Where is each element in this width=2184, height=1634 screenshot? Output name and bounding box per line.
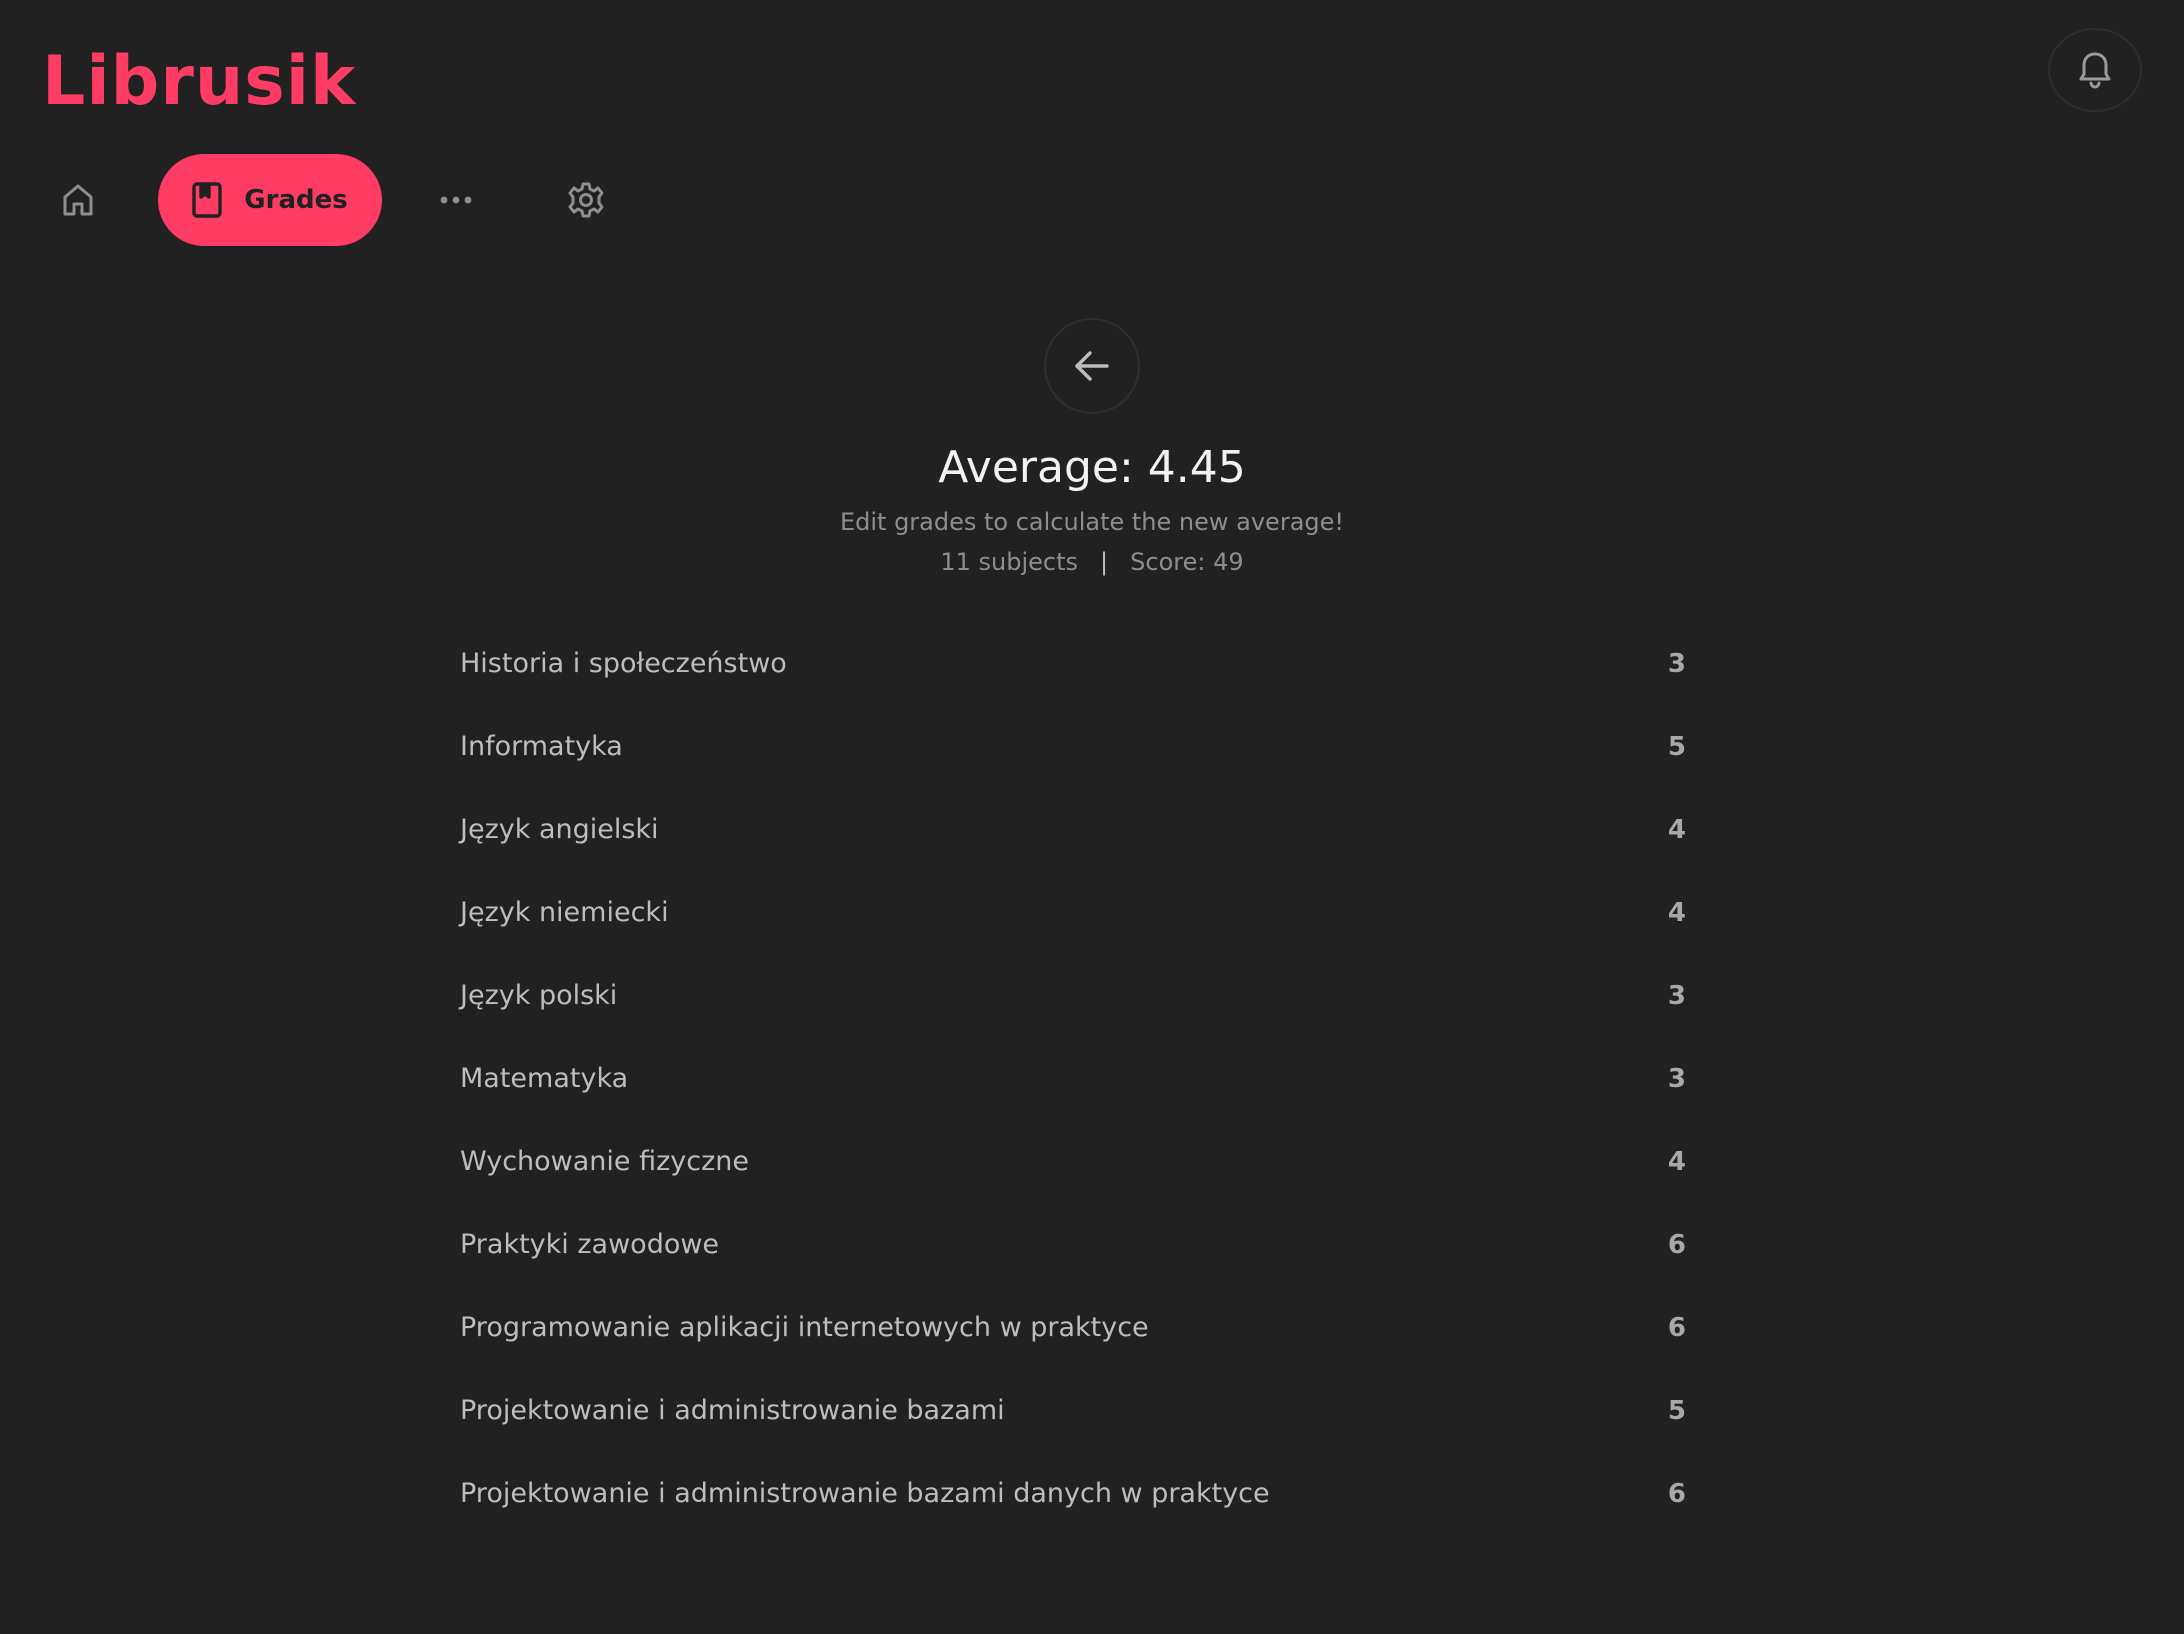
- more-horizontal-icon: [440, 195, 472, 205]
- grade-value[interactable]: 3: [1646, 649, 1686, 679]
- grade-row[interactable]: Praktyki zawodowe 6: [460, 1203, 1686, 1286]
- subject-name: Matematyka: [460, 1063, 629, 1094]
- subject-name: Historia i społeczeństwo: [460, 648, 787, 679]
- subject-name: Język angielski: [460, 814, 659, 845]
- grade-row[interactable]: Język angielski 4: [460, 788, 1686, 871]
- arrow-left-icon: [1073, 349, 1111, 383]
- grade-row[interactable]: Informatyka 5: [460, 705, 1686, 788]
- grade-value[interactable]: 4: [1646, 815, 1686, 845]
- score-value: Score: 49: [1130, 548, 1244, 576]
- average-hint: Edit grades to calculate the new average…: [839, 508, 1345, 536]
- grade-row[interactable]: Projektowanie i administrowanie bazami d…: [460, 1452, 1686, 1535]
- grade-value[interactable]: 4: [1646, 1147, 1686, 1177]
- grade-value[interactable]: 6: [1646, 1479, 1686, 1509]
- grade-value[interactable]: 4: [1646, 898, 1686, 928]
- back-button[interactable]: [1044, 318, 1140, 414]
- subject-name: Język niemiecki: [460, 897, 669, 928]
- subject-name: Projektowanie i administrowanie bazami d…: [460, 1478, 1270, 1509]
- grade-value[interactable]: 3: [1646, 1064, 1686, 1094]
- gear-icon: [567, 181, 605, 219]
- subject-name: Programowanie aplikacji internetowych w …: [460, 1312, 1149, 1343]
- grade-value[interactable]: 5: [1646, 732, 1686, 762]
- subjects-count: 11 subjects: [940, 548, 1079, 576]
- main-navigation: Grades: [0, 154, 700, 246]
- average-heading: Average: 4.45: [938, 442, 1246, 493]
- subject-name: Praktyki zawodowe: [460, 1229, 720, 1260]
- subject-name: Informatyka: [460, 731, 623, 762]
- bookmark-icon: [192, 182, 222, 218]
- grade-value[interactable]: 3: [1646, 981, 1686, 1011]
- nav-settings-button[interactable]: [550, 154, 622, 246]
- app-logo: Librusik: [42, 42, 357, 121]
- grade-row[interactable]: Język niemiecki 4: [460, 871, 1686, 954]
- notifications-button[interactable]: [2048, 28, 2142, 112]
- grade-row[interactable]: Matematyka 3: [460, 1037, 1686, 1120]
- nav-more-button[interactable]: [420, 154, 492, 246]
- grade-value[interactable]: 5: [1646, 1396, 1686, 1426]
- grade-row[interactable]: Język polski 3: [460, 954, 1686, 1037]
- subject-name: Język polski: [460, 980, 618, 1011]
- nav-home-button[interactable]: [42, 154, 114, 246]
- subject-name: Projektowanie i administrowanie bazami: [460, 1395, 1005, 1426]
- app-root: Librusik Grades Average: 4.45 Edit grade…: [0, 0, 2184, 1634]
- grade-row[interactable]: Wychowanie fizyczne 4: [460, 1120, 1686, 1203]
- bell-icon: [2078, 51, 2112, 89]
- grade-value[interactable]: 6: [1646, 1313, 1686, 1343]
- grades-list: Historia i społeczeństwo 3 Informatyka 5 Jęz…: [460, 622, 1686, 1535]
- subject-name: Wychowanie fizyczne: [460, 1146, 750, 1177]
- grade-row[interactable]: Programowanie aplikacji internetowych w …: [460, 1286, 1686, 1369]
- grade-row[interactable]: Projektowanie i administrowanie bazami 5: [460, 1369, 1686, 1452]
- grade-row[interactable]: Historia i społeczeństwo 3: [460, 622, 1686, 705]
- grades-summary: 11 subjects | Score: 49: [0, 544, 2184, 580]
- nav-grades-tab[interactable]: Grades: [158, 154, 382, 246]
- home-icon: [61, 183, 95, 217]
- grade-value[interactable]: 6: [1646, 1230, 1686, 1260]
- nav-grades-label: Grades: [244, 185, 348, 215]
- summary-separator: |: [1100, 548, 1109, 576]
